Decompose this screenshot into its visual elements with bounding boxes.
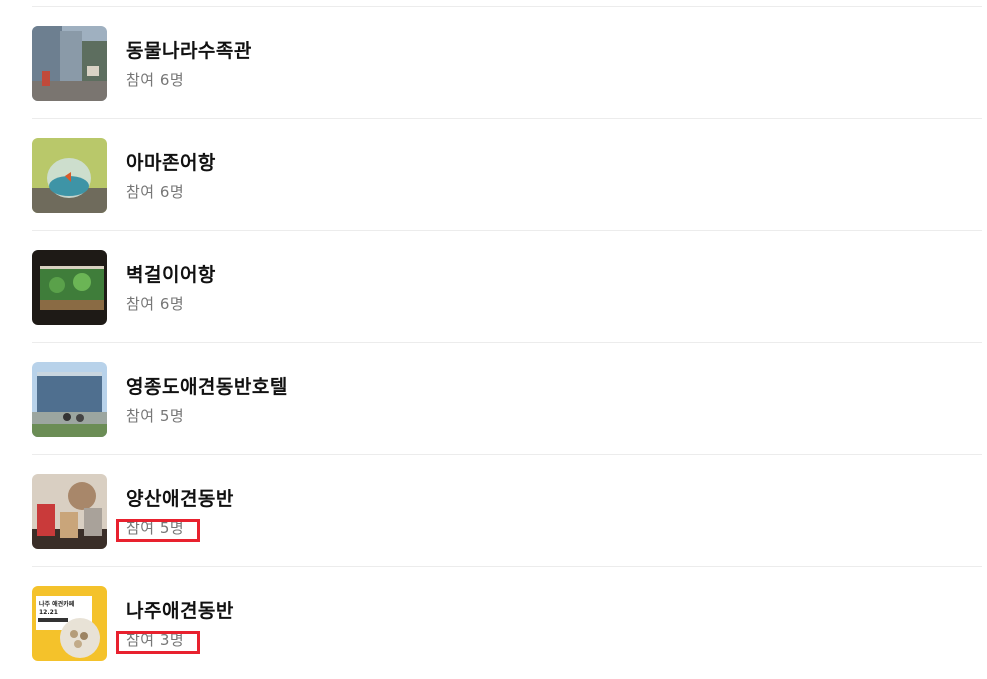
list-item[interactable]: 벽걸이어항 참여 6명 [32, 230, 982, 343]
room-title: 양산애견동반 [126, 488, 234, 510]
poster-line2: 12.21 [39, 609, 58, 616]
room-title: 나주애견동반 [126, 600, 234, 622]
cafe-photo [32, 474, 107, 549]
list-item[interactable]: 나주 애견카페 12.21 나주애견동반 참여 3명 [32, 566, 982, 679]
list-item[interactable]: 영종도애견동반호텔 참여 5명 [32, 342, 982, 455]
participant-count: 참여 6명 [126, 183, 185, 201]
room-title: 벽걸이어항 [126, 264, 216, 286]
room-thumbnail [32, 362, 107, 437]
room-thumbnail [32, 26, 107, 101]
fishbowl-photo [32, 138, 107, 213]
street-photo [32, 26, 107, 101]
participant-count: 참여 5명 [126, 407, 185, 425]
room-thumbnail [32, 250, 107, 325]
aquarium-photo [32, 250, 107, 325]
room-thumbnail [32, 138, 107, 213]
poster-line1: 나주 애견카페 [39, 600, 75, 608]
list-item[interactable]: 아마존어항 참여 6명 [32, 118, 982, 231]
room-thumbnail: 나주 애견카페 12.21 [32, 586, 107, 661]
room-title: 아마존어항 [126, 152, 216, 174]
highlight-box-naju [116, 631, 200, 654]
highlight-box-yangsan [116, 519, 200, 542]
participant-count: 참여 6명 [126, 295, 185, 313]
hotel-photo [32, 362, 107, 437]
participant-count: 참여 6명 [126, 71, 185, 89]
room-title: 동물나라수족관 [126, 40, 252, 62]
room-thumbnail [32, 474, 107, 549]
poster-photo: 나주 애견카페 12.21 [32, 586, 107, 661]
list-item[interactable]: 양산애견동반 참여 5명 [32, 454, 982, 567]
room-title: 영종도애견동반호텔 [126, 376, 288, 398]
list-item[interactable]: 동물나라수족관 참여 6명 [32, 6, 982, 119]
